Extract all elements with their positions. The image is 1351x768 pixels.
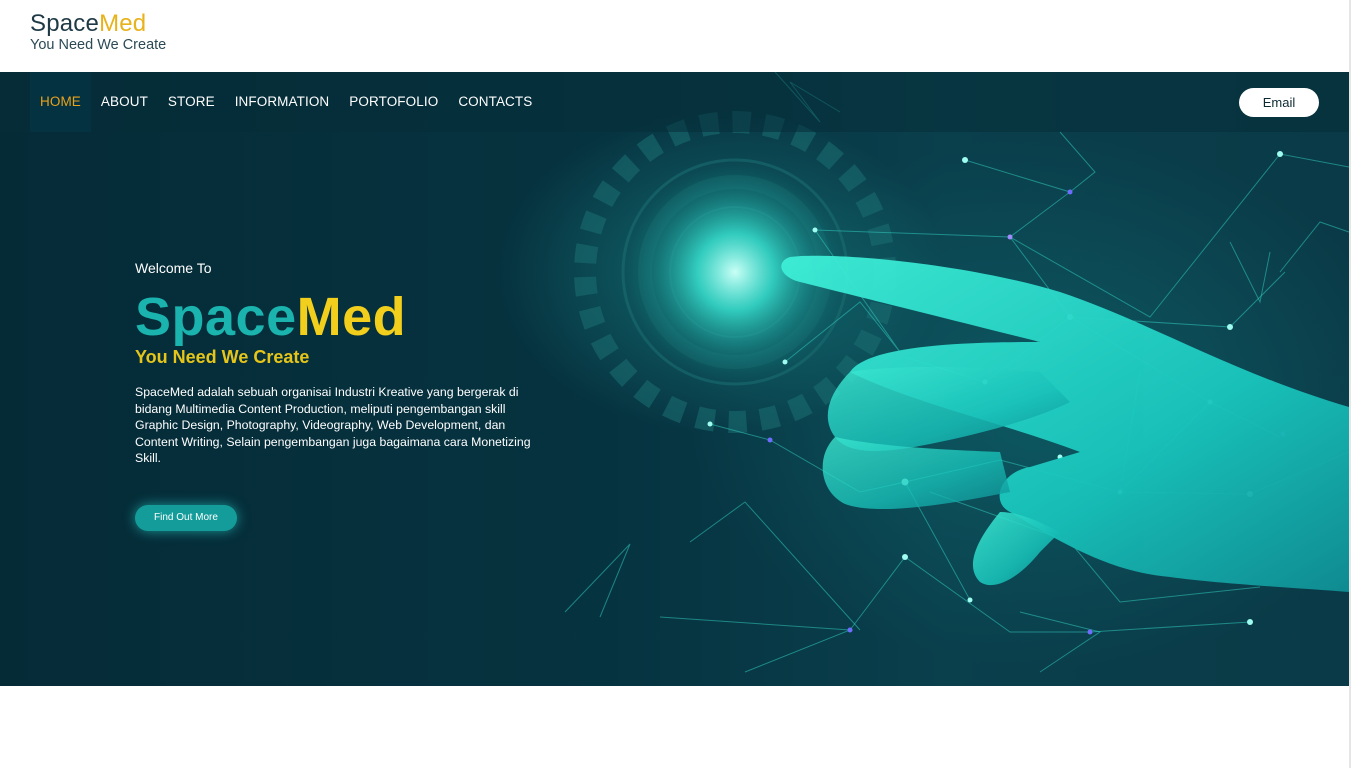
nav-item-about[interactable]: ABOUT [91,72,158,132]
nav-item-home[interactable]: HOME [30,72,91,132]
hero-title-space: Space [135,287,297,347]
hero-section: HOME ABOUT STORE INFORMATION PORTOFOLIO … [0,72,1349,686]
nav-menu: HOME ABOUT STORE INFORMATION PORTOFOLIO … [30,72,542,132]
hand-illustration [781,255,1349,593]
find-out-more-button[interactable]: Find Out More [135,504,237,531]
nav-item-store[interactable]: STORE [158,72,225,132]
logo-tagline: You Need We Create [30,37,167,53]
hero-description: SpaceMed adalah sebuah organisai Industr… [135,385,531,465]
hero-title: SpaceMed [135,290,555,344]
hero-tagline: You Need We Create [135,347,310,367]
hero-content: Welcome To SpaceMed You Need We Create S… [135,260,555,531]
nav-item-information[interactable]: INFORMATION [225,72,340,132]
nav-item-portofolio[interactable]: PORTOFOLIO [339,72,448,132]
welcome-text: Welcome To [135,260,212,276]
main-navbar: HOME ABOUT STORE INFORMATION PORTOFOLIO … [0,72,1349,132]
logo-word-med: Med [99,10,147,37]
site-logo[interactable]: SpaceMed You Need We Create [30,12,166,53]
logo-wordmark: SpaceMed [30,12,166,36]
nav-item-contacts[interactable]: CONTACTS [448,72,542,132]
hero-title-med: Med [296,287,407,347]
site-header: SpaceMed You Need We Create [0,0,1351,72]
email-button[interactable]: Email [1239,88,1319,117]
logo-word-space: Space [30,10,100,37]
